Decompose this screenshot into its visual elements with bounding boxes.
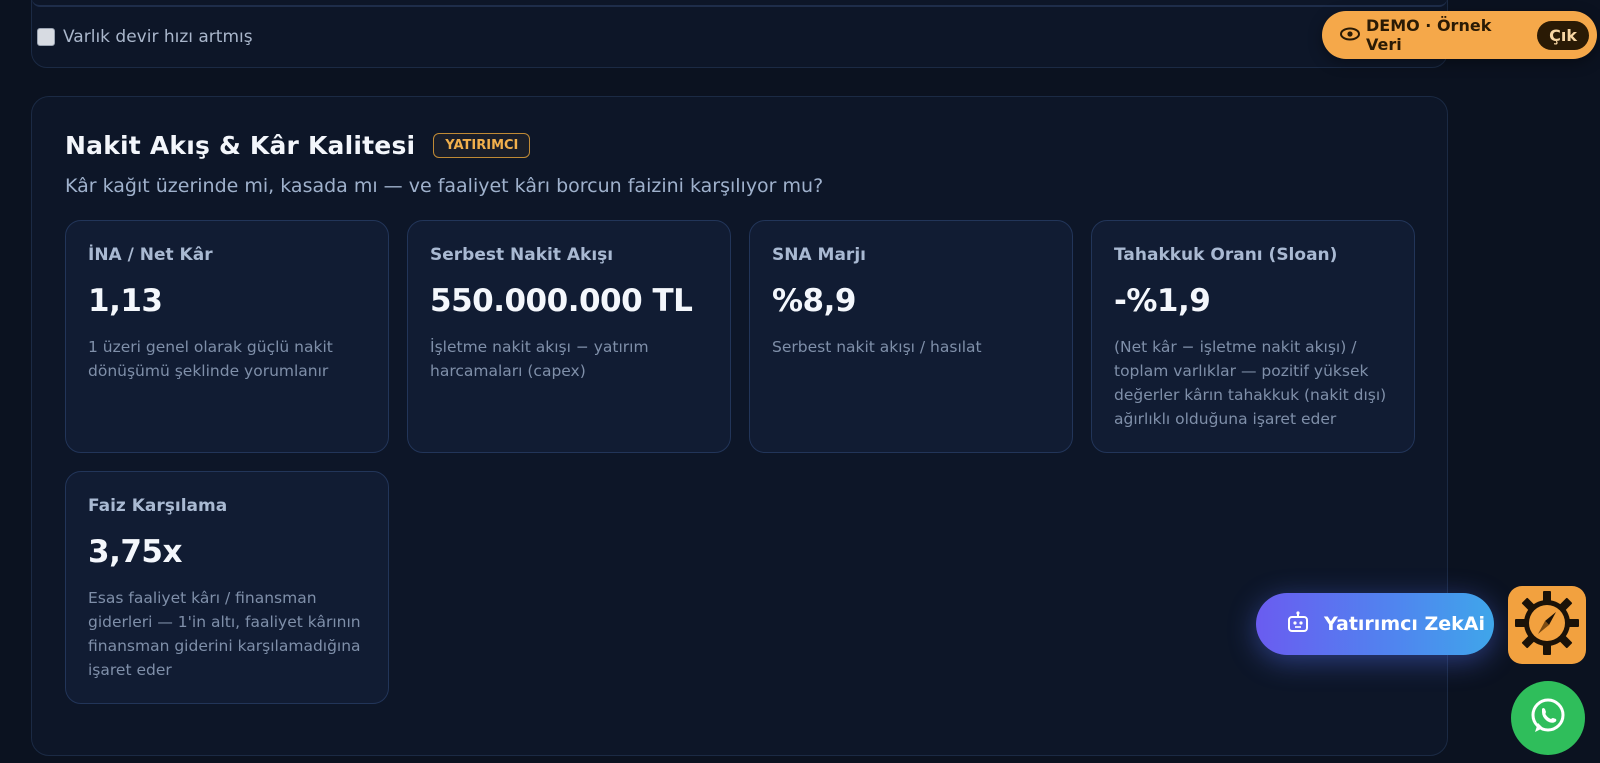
gear-compass-button[interactable] bbox=[1508, 586, 1586, 664]
metric-label: Faiz Karşılama bbox=[88, 496, 228, 516]
metric-value: -%1,9 bbox=[1114, 283, 1211, 319]
whatsapp-button[interactable] bbox=[1511, 681, 1585, 755]
metric-value: 3,75x bbox=[88, 534, 182, 570]
metric-label: İNA / Net Kâr bbox=[88, 245, 213, 265]
previous-section-divider bbox=[32, 0, 1447, 7]
section-title: Nakit Akış & Kâr Kalitesi bbox=[65, 131, 416, 160]
metric-card-accrual-ratio: Tahakkuk Oranı (Sloan) -%1,9 (Net kâr − … bbox=[1091, 220, 1415, 453]
metric-description: Esas faaliyet kârı / finansman giderleri… bbox=[88, 589, 361, 679]
whatsapp-icon bbox=[1527, 695, 1569, 741]
ai-button-label: Yatırımcı ZekAi bbox=[1324, 613, 1486, 635]
metric-label: SNA Marjı bbox=[772, 245, 866, 265]
exit-demo-button[interactable]: Çık bbox=[1537, 20, 1589, 50]
metric-description: 1 üzeri genel olarak güçlü nakit dönüşüm… bbox=[88, 338, 333, 380]
eye-icon bbox=[1340, 25, 1360, 46]
metric-card-interest-coverage: Faiz Karşılama 3,75x Esas faaliyet kârı … bbox=[65, 471, 389, 704]
metric-card-fcf-margin: SNA Marjı %8,9 Serbest nakit akışı / has… bbox=[749, 220, 1073, 453]
gear-compass-icon bbox=[1514, 590, 1580, 660]
checkbox[interactable] bbox=[37, 28, 55, 46]
metric-card-ina-net-kar: İNA / Net Kâr 1,13 1 üzeri genel olarak … bbox=[65, 220, 389, 453]
metric-value: 550.000.000 TL bbox=[430, 283, 693, 319]
metric-description: (Net kâr − işletme nakit akışı) / toplam… bbox=[1114, 338, 1387, 428]
metric-card-free-cash-flow: Serbest Nakit Akışı 550.000.000 TL İşlet… bbox=[407, 220, 731, 453]
page: Varlık devir hızı artmış Nakit Akış & Kâ… bbox=[0, 0, 1600, 763]
metric-label: Tahakkuk Oranı (Sloan) bbox=[1114, 245, 1338, 265]
cash-flow-section: Nakit Akış & Kâr Kalitesi YATIRIMCI Kâr … bbox=[31, 96, 1448, 756]
demo-label: DEMO · Örnek Veri bbox=[1366, 16, 1492, 54]
demo-banner: DEMO · Örnek Veri Çık bbox=[1322, 11, 1597, 59]
metric-description: Serbest nakit akışı / hasılat bbox=[772, 338, 982, 356]
metric-value: %8,9 bbox=[772, 283, 856, 319]
metric-value: 1,13 bbox=[88, 283, 163, 319]
ai-assistant-button[interactable]: Yatırımcı ZekAi bbox=[1256, 593, 1494, 655]
checkbox-label: Varlık devir hızı artmış bbox=[63, 27, 253, 47]
checkbox-row[interactable]: Varlık devir hızı artmış bbox=[37, 27, 253, 47]
investor-badge: YATIRIMCI bbox=[433, 133, 531, 158]
section-subtitle: Kâr kağıt üzerinde mi, kasada mı — ve fa… bbox=[65, 175, 824, 197]
section-header: Nakit Akış & Kâr Kalitesi YATIRIMCI bbox=[65, 131, 531, 160]
metric-description: İşletme nakit akışı − yatırım harcamalar… bbox=[430, 338, 649, 380]
metric-label: Serbest Nakit Akışı bbox=[430, 245, 614, 265]
robot-icon bbox=[1286, 610, 1310, 638]
